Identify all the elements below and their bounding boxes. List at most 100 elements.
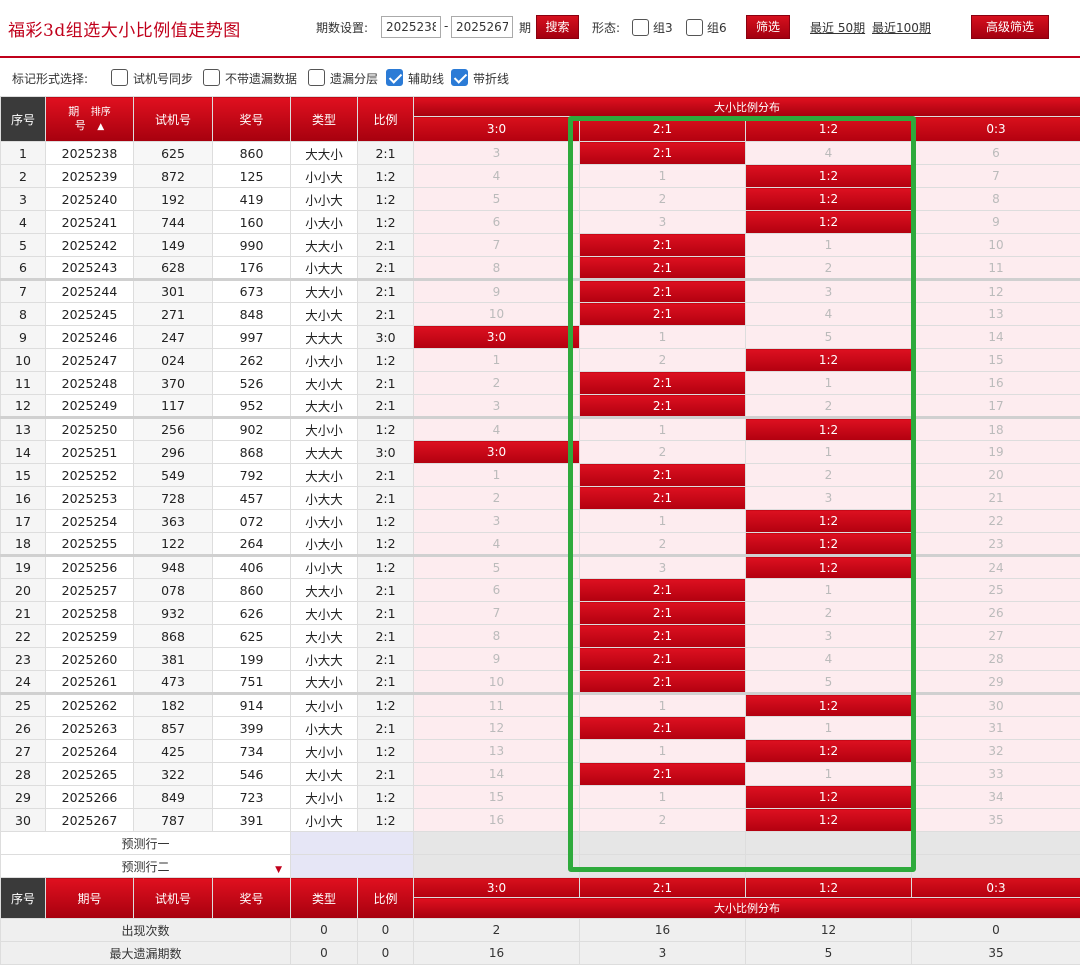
row-prize-number: 860	[212, 141, 291, 165]
predict-row-1-cell[interactable]	[413, 831, 580, 855]
dist-hit-cell: 1:2	[745, 187, 912, 211]
header-dist-30: 3:0	[413, 116, 580, 142]
row-ratio: 1:2	[357, 808, 414, 832]
row-prize-number: 199	[212, 647, 291, 671]
dist-missing-cell: 14	[911, 325, 1080, 349]
row-seq: 18	[0, 532, 46, 556]
option-checkbox-sync-test[interactable]	[111, 69, 128, 86]
row-ratio: 2:1	[357, 601, 414, 625]
predict-row-1-cell[interactable]	[911, 831, 1080, 855]
filter-button[interactable]: 筛选	[746, 15, 790, 39]
recent-50-link[interactable]: 最近 50期	[810, 19, 865, 36]
table-row: 22 2025259 868 625 大小大 2:1 8 2:1 3 27	[0, 624, 1080, 648]
row-prize-number: 526	[212, 371, 291, 395]
row-test-number: 857	[133, 716, 213, 740]
dist-missing-cell: 2	[745, 463, 912, 487]
row-type: 大小小	[290, 785, 358, 809]
option-checkbox-missing-layer[interactable]	[308, 69, 325, 86]
option-checkbox-polyline[interactable]	[451, 69, 468, 86]
row-test-number: 117	[133, 394, 213, 418]
row-type: 大大小	[290, 233, 358, 257]
dist-missing-cell: 3	[745, 624, 912, 648]
group3-label: 组3	[653, 21, 673, 35]
row-seq: 5	[0, 233, 46, 257]
dist-missing-cell: 13	[413, 739, 580, 763]
predict-row-1-cell[interactable]	[579, 831, 746, 855]
predict-row-2: 预测行二 ▼	[0, 854, 1080, 878]
header-period-sort[interactable]: 排序	[91, 107, 111, 118]
page-title: 福彩3d组选大小比例值走势图	[8, 21, 241, 41]
dist-missing-cell: 7	[911, 164, 1080, 188]
predict-row-1-type[interactable]	[290, 831, 414, 855]
advanced-filter-button[interactable]: 高级筛选	[971, 15, 1049, 39]
row-ratio: 1:2	[357, 739, 414, 763]
predict-row-2-type[interactable]	[290, 854, 414, 878]
search-button[interactable]: 搜索	[536, 15, 579, 39]
row-test-number: 948	[133, 554, 213, 579]
row-test-number: 628	[133, 256, 213, 280]
option-label-aux-line: 辅助线	[408, 72, 445, 86]
footer-header-seq: 序号	[0, 877, 46, 919]
data-rows: 1 2025238 625 860 大大小 2:1 3 2:1 4 6 2 2025239 872 125…	[0, 141, 1080, 832]
predict-row-2-cell[interactable]	[911, 854, 1080, 878]
predict-row-1-cell[interactable]	[745, 831, 912, 855]
dist-missing-cell: 2	[745, 256, 912, 280]
predict-row-2-cell[interactable]	[413, 854, 580, 878]
row-period: 2025267	[45, 808, 134, 832]
dist-hit-cell: 1:2	[745, 416, 912, 441]
dist-missing-cell: 15	[911, 348, 1080, 372]
row-test-number: 247	[133, 325, 213, 349]
predict-row-2-cell[interactable]	[745, 854, 912, 878]
row-prize-number: 848	[212, 302, 291, 326]
row-period: 2025255	[45, 532, 134, 556]
table-row: 16 2025253 728 457 小大大 2:1 2 2:1 3 21	[0, 486, 1080, 510]
header-period-bottom: 号	[74, 118, 86, 132]
dist-missing-cell: 32	[911, 739, 1080, 763]
row-prize-number: 868	[212, 440, 291, 464]
row-ratio: 1:2	[357, 554, 414, 579]
row-seq: 26	[0, 716, 46, 740]
dist-missing-cell: 1	[745, 371, 912, 395]
period-from-input[interactable]	[381, 16, 441, 38]
row-period: 2025262	[45, 692, 134, 717]
option-checkbox-no-missing[interactable]	[203, 69, 220, 86]
option-checkbox-aux-line[interactable]	[386, 69, 403, 86]
option-label-sync-test: 试机号同步	[133, 72, 194, 86]
row-prize-number: 997	[212, 325, 291, 349]
group3-checkbox[interactable]	[632, 19, 649, 36]
predict-row-1-label: 预测行一	[0, 831, 291, 855]
table-row: 5 2025242 149 990 大大小 2:1 7 2:1 1 10	[0, 233, 1080, 257]
row-ratio: 1:2	[357, 509, 414, 533]
dist-missing-cell: 10	[413, 670, 580, 694]
shape-label: 形态:	[592, 21, 621, 35]
dist-missing-cell: 1	[579, 325, 746, 349]
header-dist-title: 大小比例分布	[413, 96, 1080, 117]
predict-row-1: 预测行一	[0, 831, 1080, 855]
dist-hit-cell: 2:1	[579, 233, 746, 257]
sort-arrow-icon[interactable]: ▲	[97, 122, 104, 132]
header-period[interactable]: 期 排序 号 ▲	[45, 96, 134, 142]
period-to-input[interactable]	[451, 16, 513, 38]
stat-dist: 3	[579, 941, 746, 965]
dist-missing-cell: 23	[911, 532, 1080, 556]
row-prize-number: 792	[212, 463, 291, 487]
row-type: 大小大	[290, 302, 358, 326]
group6-checkbox[interactable]	[686, 19, 703, 36]
row-ratio: 2:1	[357, 578, 414, 602]
row-test-number: 849	[133, 785, 213, 809]
dist-missing-cell: 1	[579, 785, 746, 809]
row-ratio: 3:0	[357, 440, 414, 464]
header-seq: 序号	[0, 96, 46, 142]
header-dist-03: 0:3	[911, 116, 1080, 142]
row-type: 大大小	[290, 463, 358, 487]
row-seq: 28	[0, 762, 46, 786]
table-row: 7 2025244 301 673 大大小 2:1 9 2:1 3 12	[0, 278, 1080, 303]
table-row: 19 2025256 948 406 小小大 1:2 5 3 1:2 24	[0, 554, 1080, 579]
option-label-missing-layer: 遗漏分层	[330, 72, 379, 86]
recent-100-link[interactable]: 最近100期	[872, 19, 931, 36]
row-type: 大大小	[290, 141, 358, 165]
row-test-number: 363	[133, 509, 213, 533]
predict-row-2-cell[interactable]	[579, 854, 746, 878]
row-prize-number: 176	[212, 256, 291, 280]
dist-missing-cell: 4	[413, 164, 580, 188]
